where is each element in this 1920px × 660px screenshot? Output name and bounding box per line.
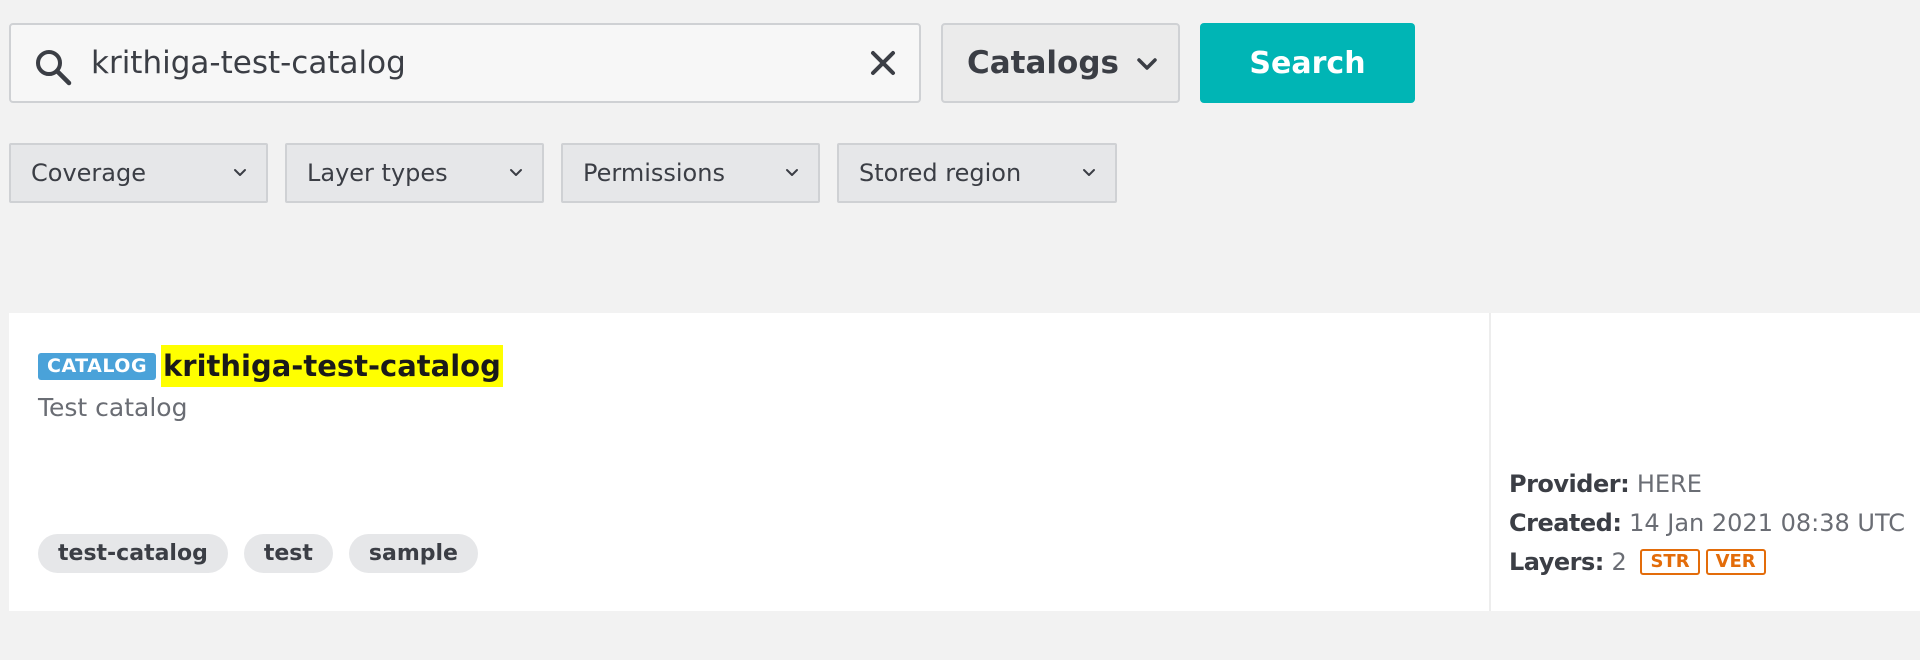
filter-stored-region[interactable]: Stored region bbox=[837, 143, 1117, 203]
chevron-down-icon bbox=[1137, 58, 1157, 70]
search-button[interactable]: Search bbox=[1200, 23, 1415, 103]
chevron-down-icon bbox=[786, 169, 798, 176]
filter-label: Coverage bbox=[31, 159, 146, 187]
layer-type-badge-str: STR bbox=[1640, 549, 1700, 575]
filter-label: Permissions bbox=[583, 159, 725, 187]
close-icon[interactable] bbox=[867, 47, 899, 79]
provider-label: Provider: bbox=[1509, 470, 1630, 498]
result-metadata: Provider: HERE Created: 14 Jan 2021 08:3… bbox=[1509, 465, 1905, 582]
search-input[interactable]: krithiga-test-catalog bbox=[9, 23, 921, 103]
chevron-down-icon bbox=[234, 169, 246, 176]
layers-label: Layers: bbox=[1509, 548, 1604, 576]
search-query-text[interactable]: krithiga-test-catalog bbox=[91, 25, 406, 101]
chevron-down-icon bbox=[510, 169, 522, 176]
filter-bar: Coverage Layer types Permissions Stored … bbox=[9, 143, 1134, 203]
tag[interactable]: sample bbox=[348, 534, 478, 573]
filter-permissions[interactable]: Permissions bbox=[561, 143, 820, 203]
search-type-select[interactable]: Catalogs bbox=[941, 23, 1180, 103]
layer-type-badge-ver: VER bbox=[1705, 549, 1766, 575]
layers-count: 2 bbox=[1611, 548, 1627, 576]
tag-list: test-catalog test sample bbox=[38, 534, 494, 573]
filter-label: Stored region bbox=[859, 159, 1022, 187]
filter-label: Layer types bbox=[307, 159, 448, 187]
layers-row: Layers: 2 STR VER bbox=[1509, 543, 1905, 582]
search-icon bbox=[36, 50, 72, 86]
filter-layer-types[interactable]: Layer types bbox=[285, 143, 544, 203]
catalog-badge: CATALOG bbox=[38, 353, 157, 380]
result-description: Test catalog bbox=[38, 393, 188, 422]
created-label: Created: bbox=[1509, 509, 1622, 537]
result-main: CATALOG krithiga-test-catalog Test catal… bbox=[9, 313, 1491, 611]
search-result-card[interactable]: CATALOG krithiga-test-catalog Test catal… bbox=[9, 313, 1920, 611]
result-title-link[interactable]: krithiga-test-catalog bbox=[161, 345, 503, 387]
tag[interactable]: test bbox=[243, 534, 333, 573]
chevron-down-icon bbox=[1083, 169, 1095, 176]
provider-row: Provider: HERE bbox=[1509, 465, 1905, 504]
provider-value: HERE bbox=[1636, 470, 1702, 498]
search-bar: krithiga-test-catalog Catalogs Search bbox=[9, 23, 1415, 103]
search-type-label: Catalogs bbox=[967, 45, 1119, 81]
created-row: Created: 14 Jan 2021 08:38 UTC bbox=[1509, 504, 1905, 543]
filter-coverage[interactable]: Coverage bbox=[9, 143, 268, 203]
tag[interactable]: test-catalog bbox=[38, 534, 228, 573]
created-value: 14 Jan 2021 08:38 UTC bbox=[1629, 509, 1905, 537]
